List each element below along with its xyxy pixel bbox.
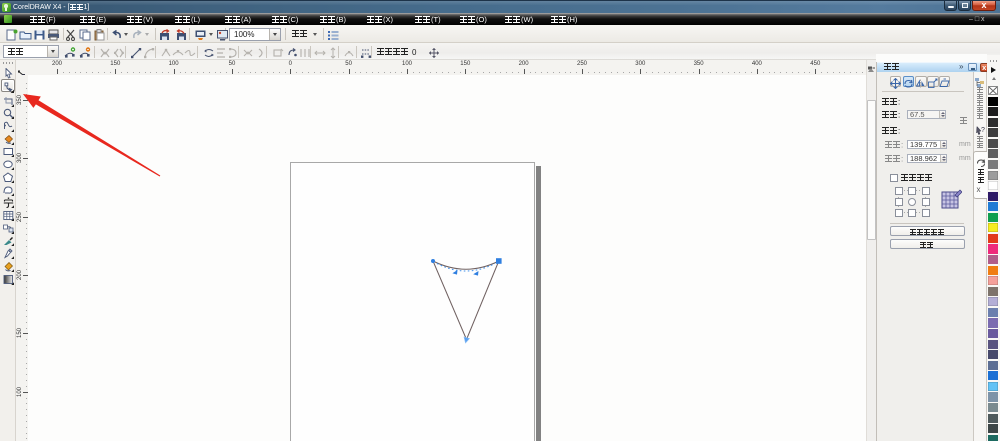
svg-text:?: ? (981, 127, 985, 134)
